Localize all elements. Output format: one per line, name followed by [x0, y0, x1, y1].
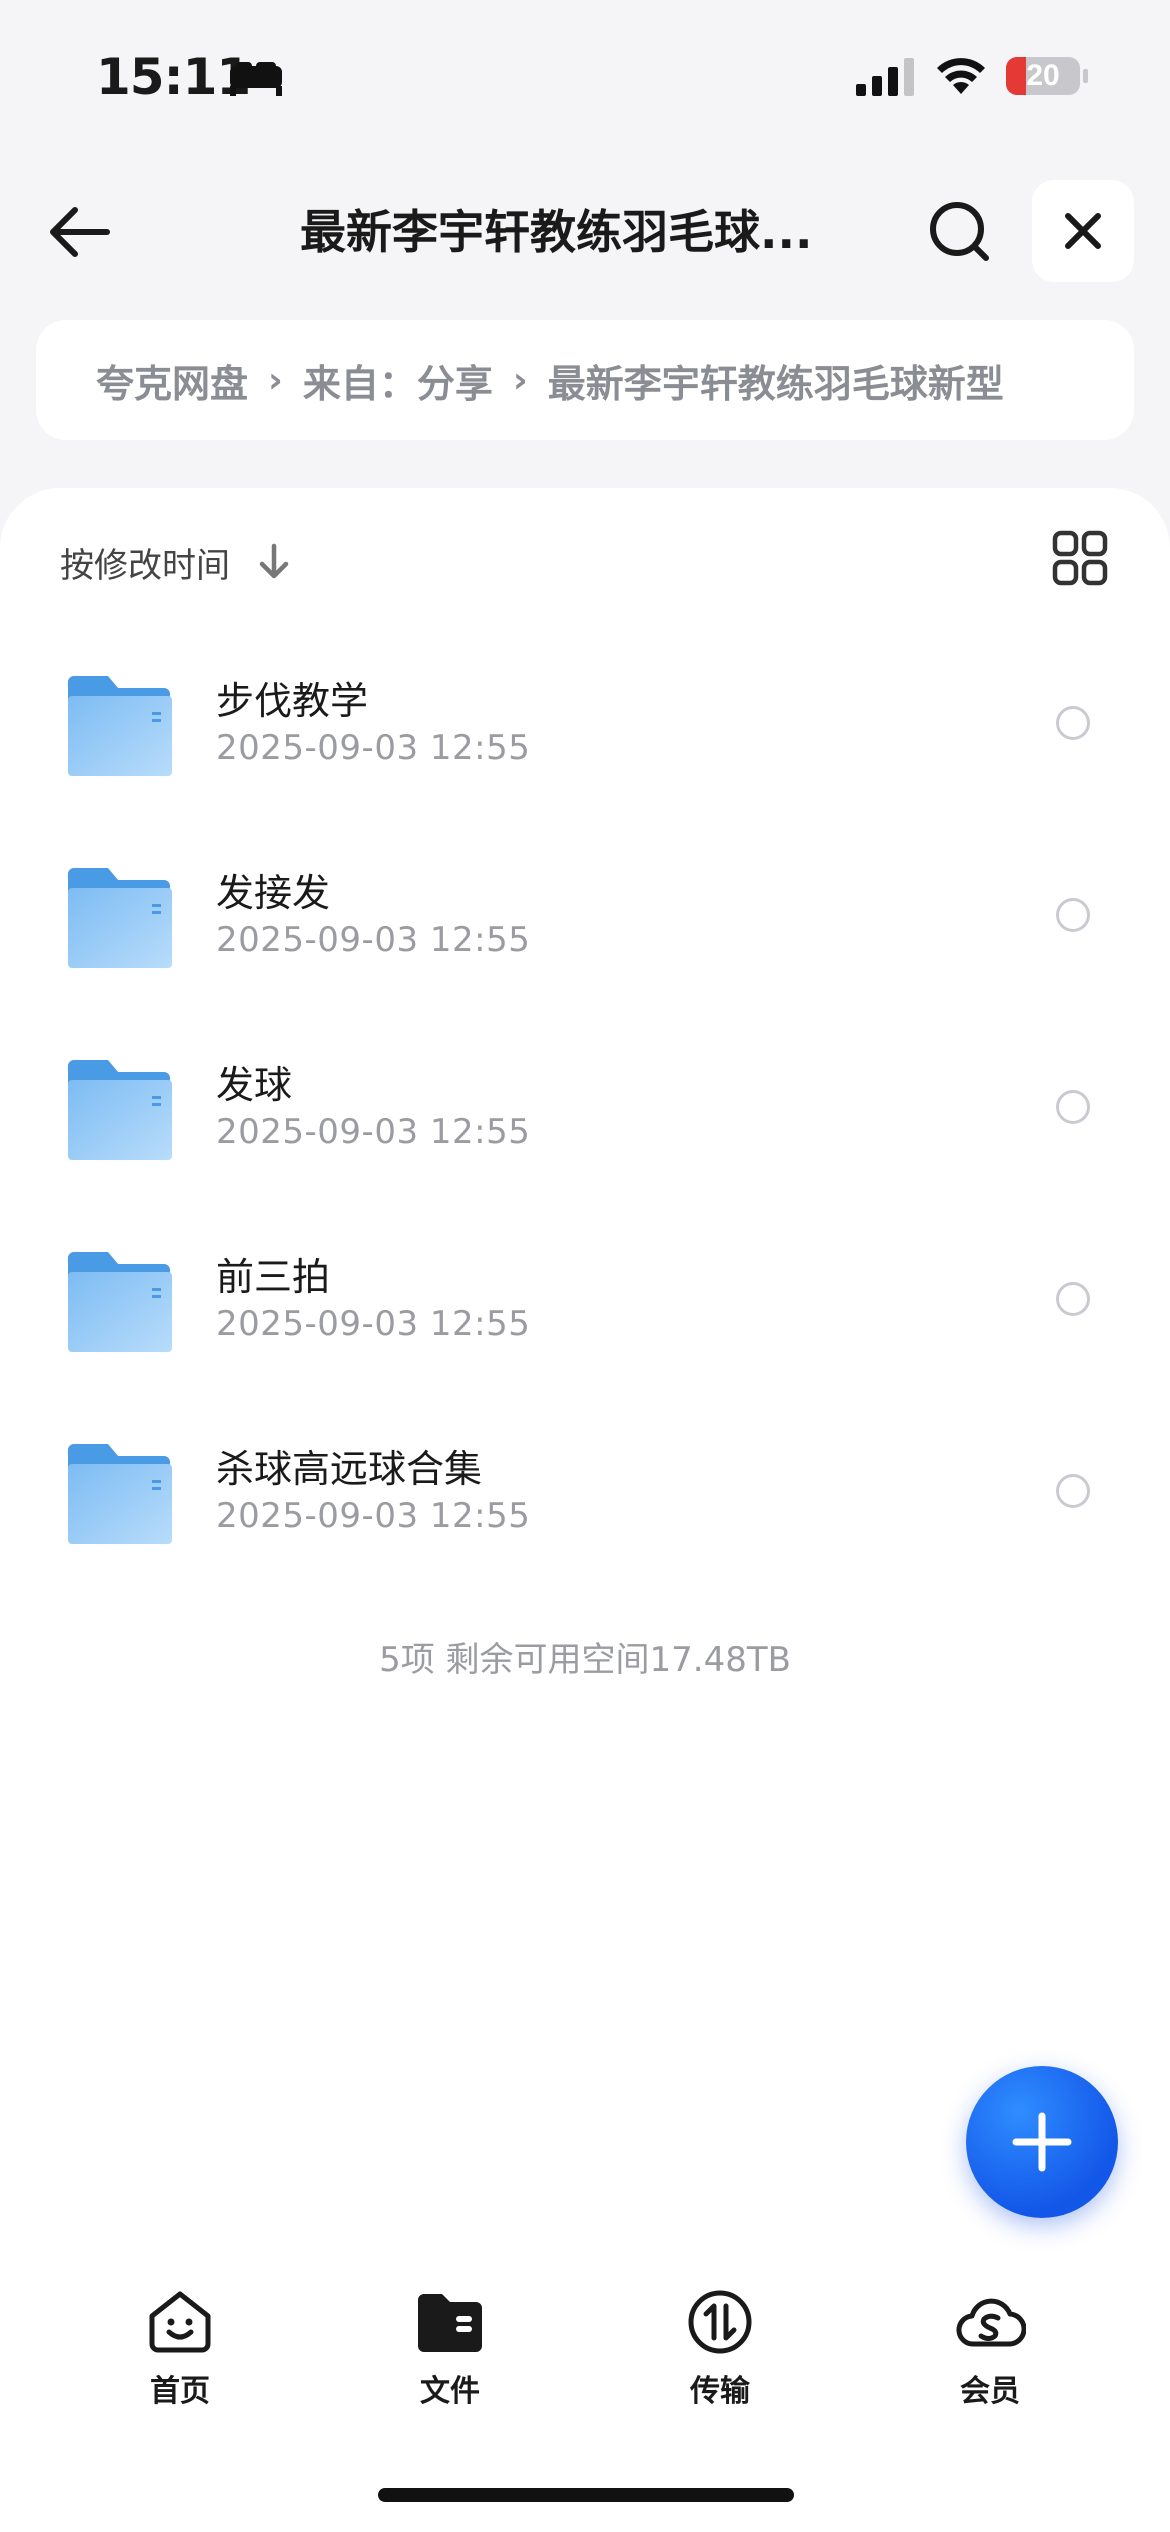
file-date: 2025-09-03 12:55: [216, 1496, 531, 1536]
home-indicator: [378, 2488, 794, 2502]
close-icon: [1065, 213, 1101, 249]
select-checkbox[interactable]: [1056, 898, 1090, 932]
screen: 15:11 20 最新李宇轩教练羽毛球... 夸克网盘 › 来自：分享 › 最新…: [0, 0, 1170, 2532]
chevron-right-icon: ›: [268, 359, 283, 401]
add-button[interactable]: [966, 2066, 1118, 2218]
file-date: 2025-09-03 12:55: [216, 1112, 531, 1152]
grid-view-icon[interactable]: [1052, 530, 1108, 586]
list-item[interactable]: 发球 2025-09-03 12:55: [0, 1048, 1170, 1240]
back-button[interactable]: [44, 196, 116, 268]
bed-icon: [230, 62, 282, 96]
arrow-left-icon: [50, 207, 110, 257]
cloud-s-icon: [956, 2298, 1026, 2347]
folder-icon: [418, 2294, 482, 2352]
search-button[interactable]: [924, 196, 996, 268]
transfer-icon: [688, 2290, 752, 2354]
file-name: 发接发: [216, 871, 331, 915]
list-item[interactable]: 前三拍 2025-09-03 12:55: [0, 1240, 1170, 1432]
status-bar: 15:11 20: [0, 0, 1170, 150]
plus-icon: [1012, 2112, 1072, 2172]
tab-home[interactable]: 首页: [90, 2286, 270, 2436]
tab-vip[interactable]: 会员: [900, 2286, 1080, 2436]
file-date: 2025-09-03 12:55: [216, 1304, 531, 1344]
file-name: 前三拍: [216, 1255, 331, 1299]
file-name: 杀球高远球合集: [216, 1447, 483, 1491]
smiley-home-icon: [149, 2291, 211, 2353]
tab-label: 会员: [960, 2374, 1020, 2409]
storage-summary: 5项 剩余可用空间17.48TB: [379, 1640, 791, 1680]
tab-label: 文件: [420, 2374, 480, 2409]
page-title: 最新李宇轩教练羽毛球...: [300, 205, 813, 259]
sort-label: 按修改时间: [60, 545, 230, 586]
list-item[interactable]: 杀球高远球合集 2025-09-03 12:55: [0, 1432, 1170, 1624]
tab-label: 传输: [690, 2374, 750, 2409]
tab-label: 首页: [150, 2374, 210, 2409]
breadcrumb: 夸克网盘 › 来自：分享 › 最新李宇轩教练羽毛球新型: [36, 320, 1134, 440]
battery-indicator: 20: [1006, 55, 1090, 97]
file-date: 2025-09-03 12:55: [216, 728, 531, 768]
folder-icon: [68, 1444, 172, 1544]
sort-button[interactable]: 按修改时间: [60, 532, 292, 592]
tab-transfer[interactable]: 传输: [630, 2286, 810, 2436]
file-list: 步伐教学 2025-09-03 12:55 发接发 2025-09-03 12:…: [0, 664, 1170, 1624]
select-checkbox[interactable]: [1056, 706, 1090, 740]
folder-icon: [68, 1252, 172, 1352]
file-name: 发球: [216, 1063, 293, 1107]
list-item[interactable]: 发接发 2025-09-03 12:55: [0, 856, 1170, 1048]
wifi-icon: [937, 58, 985, 94]
file-name: 步伐教学: [216, 679, 369, 723]
cellular-signal-icon: [856, 58, 914, 96]
folder-icon: [68, 676, 172, 776]
file-list-panel: 按修改时间 步伐教学 2025-09-03 12:55 发接发 2025-09-…: [0, 488, 1170, 2532]
tab-bar: 首页 文件 传输 会员: [0, 2272, 1170, 2452]
folder-icon: [68, 1060, 172, 1160]
chevron-right-icon: ›: [512, 359, 528, 401]
breadcrumb-item-current[interactable]: 最新李宇轩教练羽毛球新型: [548, 353, 1004, 408]
close-button[interactable]: [1032, 180, 1134, 282]
select-checkbox[interactable]: [1056, 1090, 1090, 1124]
breadcrumb-item-root[interactable]: 夸克网盘: [96, 353, 248, 408]
arrow-down-icon: [259, 543, 289, 579]
list-item[interactable]: 步伐教学 2025-09-03 12:55: [0, 664, 1170, 856]
file-date: 2025-09-03 12:55: [216, 920, 531, 960]
battery-level: 20: [1026, 59, 1060, 92]
breadcrumb-item-share[interactable]: 来自：分享: [303, 353, 493, 408]
tab-files[interactable]: 文件: [360, 2286, 540, 2436]
search-icon: [930, 202, 989, 261]
select-checkbox[interactable]: [1056, 1282, 1090, 1316]
folder-icon: [68, 868, 172, 968]
select-checkbox[interactable]: [1056, 1474, 1090, 1508]
